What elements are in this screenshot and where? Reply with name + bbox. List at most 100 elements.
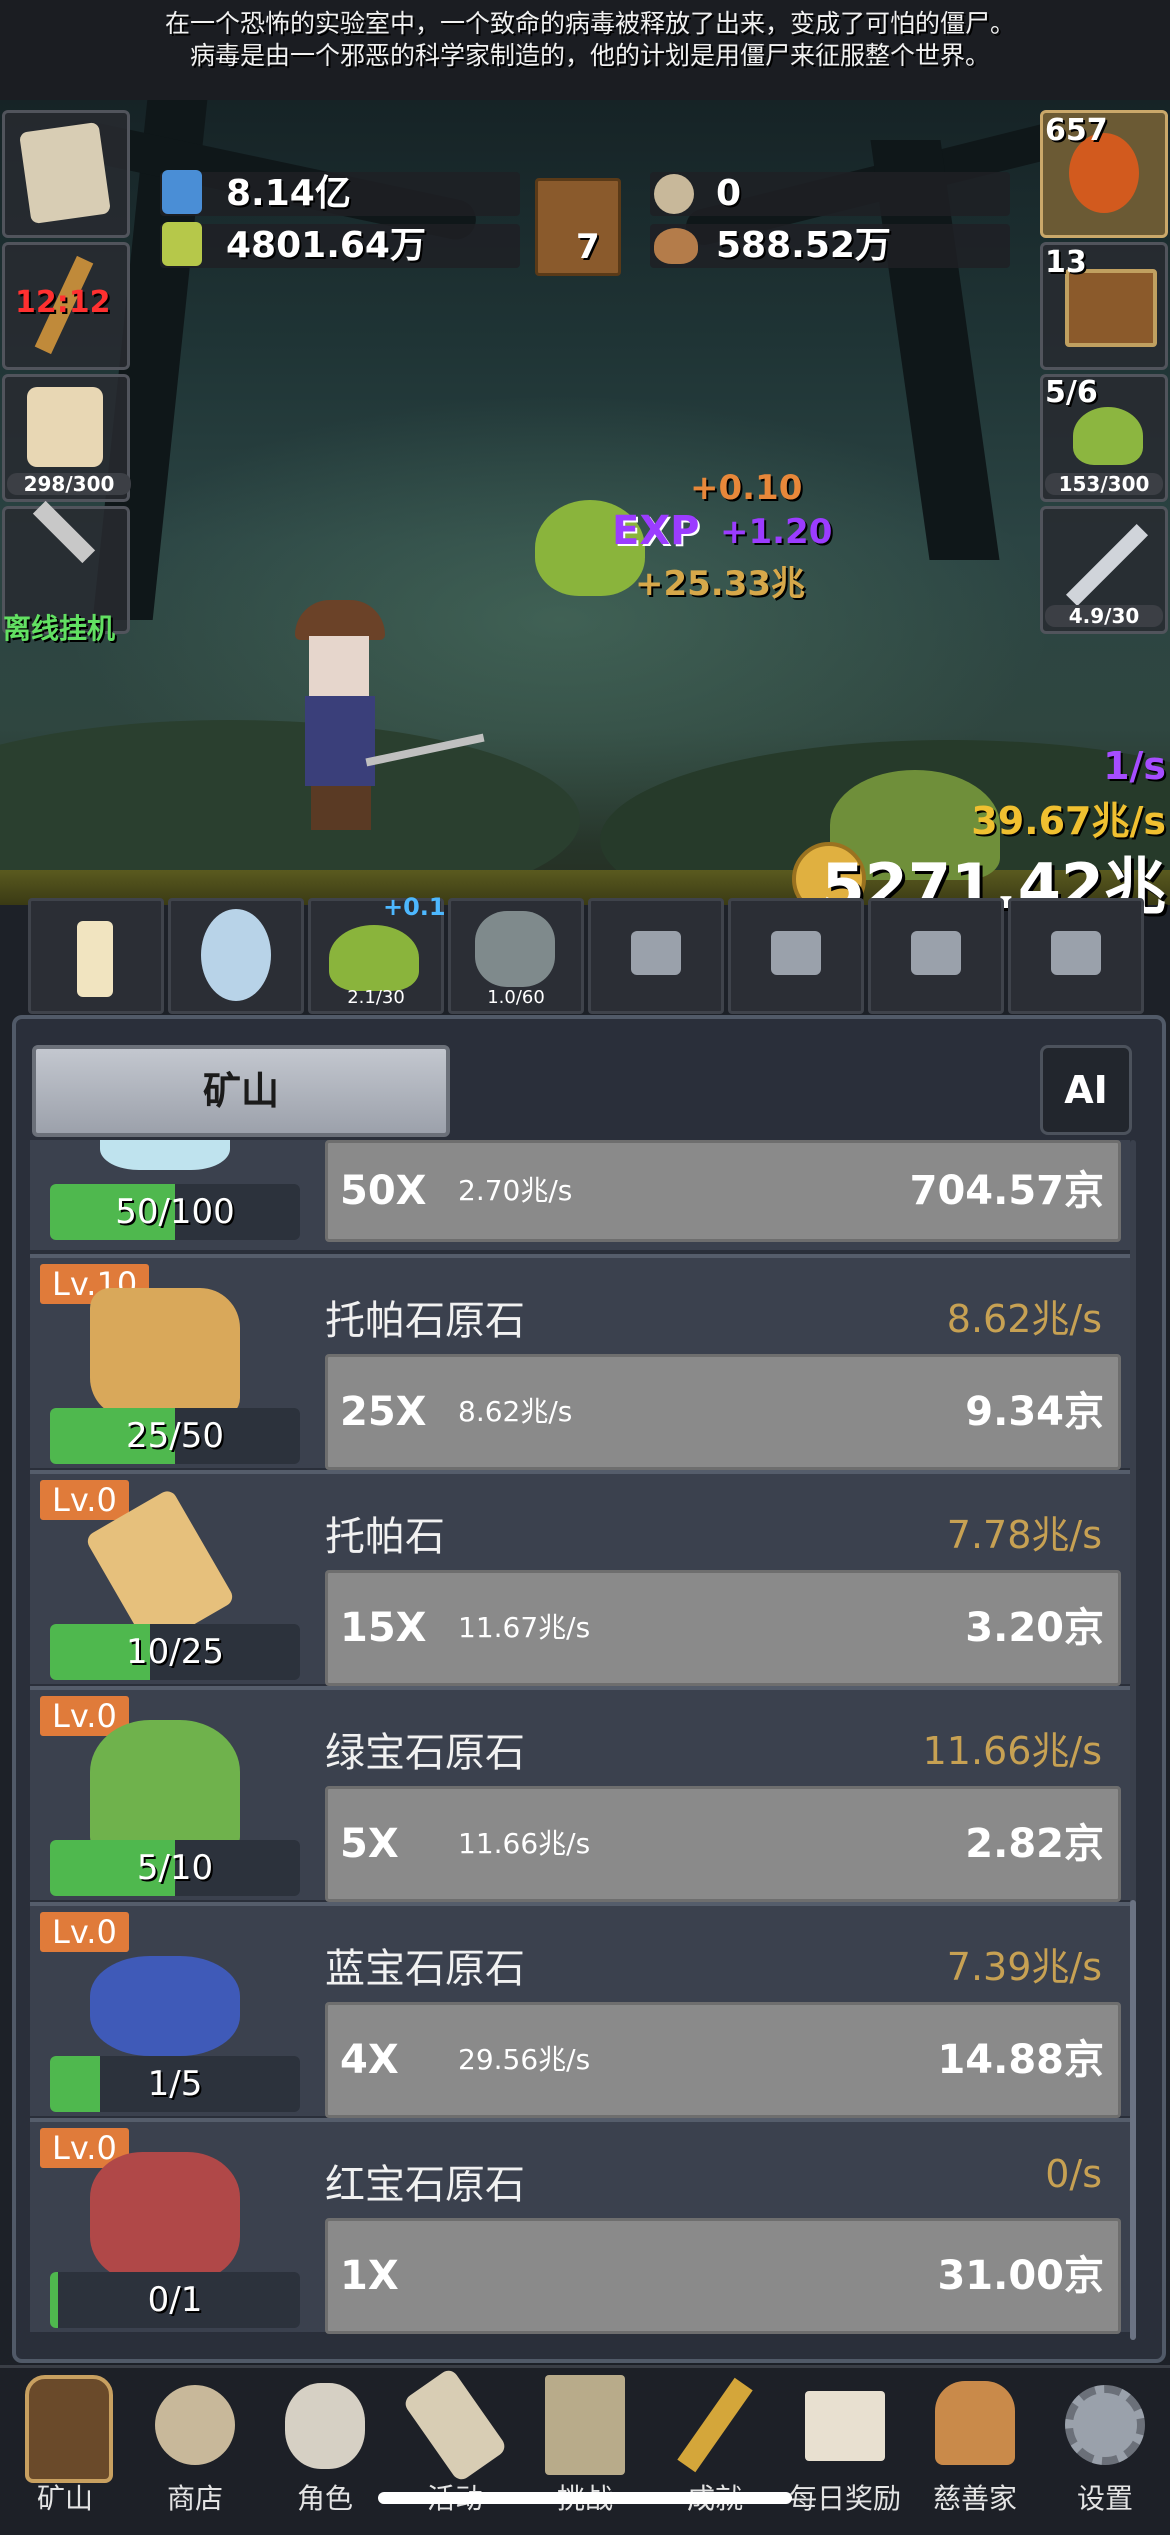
- sword-progress: 4.9/30: [1045, 605, 1163, 627]
- meat-value: 588.52万: [716, 225, 891, 266]
- pet-slot-locked[interactable]: [728, 898, 864, 1014]
- list-item: Lv.0 0/1 红宝石原石 0/s 1X 31.00京: [30, 2118, 1130, 2334]
- blue-potion-value: 8.14亿: [226, 173, 351, 214]
- meat-icon: [654, 228, 698, 264]
- buy-button[interactable]: 5X 11.66兆/s 2.82京: [325, 1786, 1121, 1902]
- tab-mine[interactable]: 矿山: [32, 1045, 450, 1137]
- potion-slot[interactable]: 657: [1040, 110, 1168, 238]
- scroll-icon: [401, 2366, 509, 2484]
- buy-multiplier: 50X: [340, 1168, 427, 1214]
- lock-icon: [771, 931, 821, 975]
- book-count: 7: [576, 227, 600, 267]
- shell-icon: [155, 2385, 235, 2465]
- progress-label: 25/50: [126, 1416, 224, 1456]
- nav-item-settings[interactable]: 设置: [1040, 2365, 1170, 2532]
- food-slot[interactable]: 298/300: [2, 374, 131, 502]
- nav-item-mine[interactable]: 矿山: [0, 2365, 130, 2532]
- exp-label: EXP: [612, 508, 700, 554]
- chest-icon: [1065, 269, 1157, 347]
- key-icon: [677, 2377, 753, 2473]
- slime-wave-slot[interactable]: 5/6 153/300: [1040, 374, 1168, 502]
- buy-button[interactable]: 4X 29.56兆/s 14.88京: [325, 2002, 1121, 2118]
- book-icon[interactable]: 7: [535, 178, 621, 276]
- item-name: 蓝宝石原石: [325, 1946, 525, 1992]
- item-rate: 0/s: [1045, 2152, 1102, 2196]
- slime-pet-icon: [329, 925, 419, 991]
- potion-count: 657: [1045, 113, 1108, 148]
- list-item: 50/100 50X 2.70兆/s 704.57京: [30, 1140, 1130, 1250]
- ai-button[interactable]: AI: [1040, 1045, 1132, 1135]
- key-icon: [32, 500, 96, 564]
- level-badge: Lv.0: [40, 1480, 129, 1520]
- sword-icon: [1065, 523, 1149, 607]
- candle-icon: [77, 921, 113, 997]
- pet-slot-locked[interactable]: [588, 898, 724, 1014]
- nav-item-philanthropist[interactable]: 慈善家: [910, 2365, 1040, 2532]
- torch-slot[interactable]: 12:12: [2, 242, 130, 370]
- blue-potion-icon: [162, 170, 202, 214]
- buy-button[interactable]: 25X 8.62兆/s 9.34京: [325, 1354, 1121, 1470]
- item-progress: 50/100: [50, 1184, 300, 1240]
- item-rate: 7.78兆/s: [946, 1513, 1102, 1557]
- shell-value: 0: [716, 173, 742, 214]
- face: [309, 636, 369, 696]
- letter-icon: [805, 2391, 885, 2461]
- buy-button[interactable]: 50X 2.70兆/s 704.57京: [325, 1140, 1121, 1242]
- bread-icon: [935, 2381, 1015, 2465]
- buy-button[interactable]: 15X 11.67兆/s 3.20京: [325, 1570, 1121, 1686]
- offline-idle-button[interactable]: 离线挂机: [2, 500, 130, 645]
- buy-cost: 3.20京: [965, 1605, 1104, 1651]
- home-indicator[interactable]: [378, 2492, 792, 2504]
- buy-multiplier: 1X: [340, 2253, 399, 2299]
- slime-progress: 153/300: [1045, 473, 1163, 495]
- scrollbar[interactable]: [1130, 1140, 1136, 2340]
- slime-icon: [1073, 407, 1143, 465]
- offline-label: 离线挂机: [3, 612, 116, 645]
- buy-rate: 29.56兆/s: [458, 2043, 591, 2076]
- pet-bonus: +0.1: [383, 893, 446, 921]
- buy-button[interactable]: 1X 31.00京: [325, 2218, 1121, 2334]
- nav-label: 每日奖励: [788, 2482, 901, 2515]
- sword-slot[interactable]: 4.9/30: [1040, 506, 1168, 634]
- nav-item-event[interactable]: 活动: [390, 2365, 520, 2532]
- coat: [305, 696, 375, 786]
- nav-item-achievement[interactable]: 成就: [650, 2365, 780, 2532]
- nav-item-challenge[interactable]: 挑战: [520, 2365, 650, 2532]
- crystal-icon: [100, 1140, 230, 1170]
- resource-shell: 0: [650, 172, 1010, 216]
- scrollbar-thumb[interactable]: [1130, 1900, 1136, 2340]
- nav-item-shop[interactable]: 商店: [130, 2365, 260, 2532]
- progress-label: 1/5: [147, 2064, 203, 2104]
- progress-label: 50/100: [115, 1192, 235, 1232]
- chest-slot[interactable]: 13: [1040, 242, 1168, 370]
- item-name: 托帕石: [325, 1514, 445, 1560]
- skull-icon: [285, 2383, 365, 2469]
- pet-slot-slime[interactable]: +0.1 2.1/30: [308, 893, 446, 1014]
- pet-slot-locked[interactable]: [868, 898, 1004, 1014]
- item-rate: 7.39兆/s: [946, 1945, 1102, 1989]
- item-rate: 8.62兆/s: [946, 1297, 1102, 1341]
- buy-rate: 8.62兆/s: [458, 1395, 573, 1428]
- buy-multiplier: 4X: [340, 2037, 399, 2083]
- topaz-ore-icon: [90, 1288, 240, 1418]
- pet-slot-zombie[interactable]: 1.0/60: [448, 898, 584, 1014]
- map-icon: [545, 2375, 625, 2475]
- pet-slot-locked[interactable]: [1008, 898, 1144, 1014]
- story-line-2: 病毒是由一个邪恶的科学家制造的，他的计划是用僵尸来征服整个世界。: [189, 41, 990, 70]
- nav-label: 商店: [166, 2482, 223, 2515]
- quest-scroll-button[interactable]: [2, 110, 130, 238]
- lock-icon: [1051, 931, 1101, 975]
- scroll-icon: [18, 121, 112, 225]
- hat: [295, 600, 385, 640]
- nav-item-daily-reward[interactable]: 每日奖励: [780, 2365, 910, 2532]
- ruby-ore-icon: [90, 2152, 240, 2282]
- item-progress: 0/1: [50, 2272, 300, 2328]
- buy-rate: 2.70兆/s: [458, 1174, 573, 1207]
- pet-slot-egg[interactable]: [168, 898, 304, 1014]
- item-name: 红宝石原石: [325, 2162, 525, 2208]
- pet-slot-candle[interactable]: [28, 898, 164, 1014]
- list-item: Lv.0 10/25 托帕石 7.78兆/s 15X 11.67兆/s 3.20…: [30, 1470, 1130, 1686]
- nav-item-character[interactable]: 角色: [260, 2365, 390, 2532]
- mug-icon: [27, 387, 103, 467]
- buy-cost: 31.00京: [937, 2253, 1104, 2299]
